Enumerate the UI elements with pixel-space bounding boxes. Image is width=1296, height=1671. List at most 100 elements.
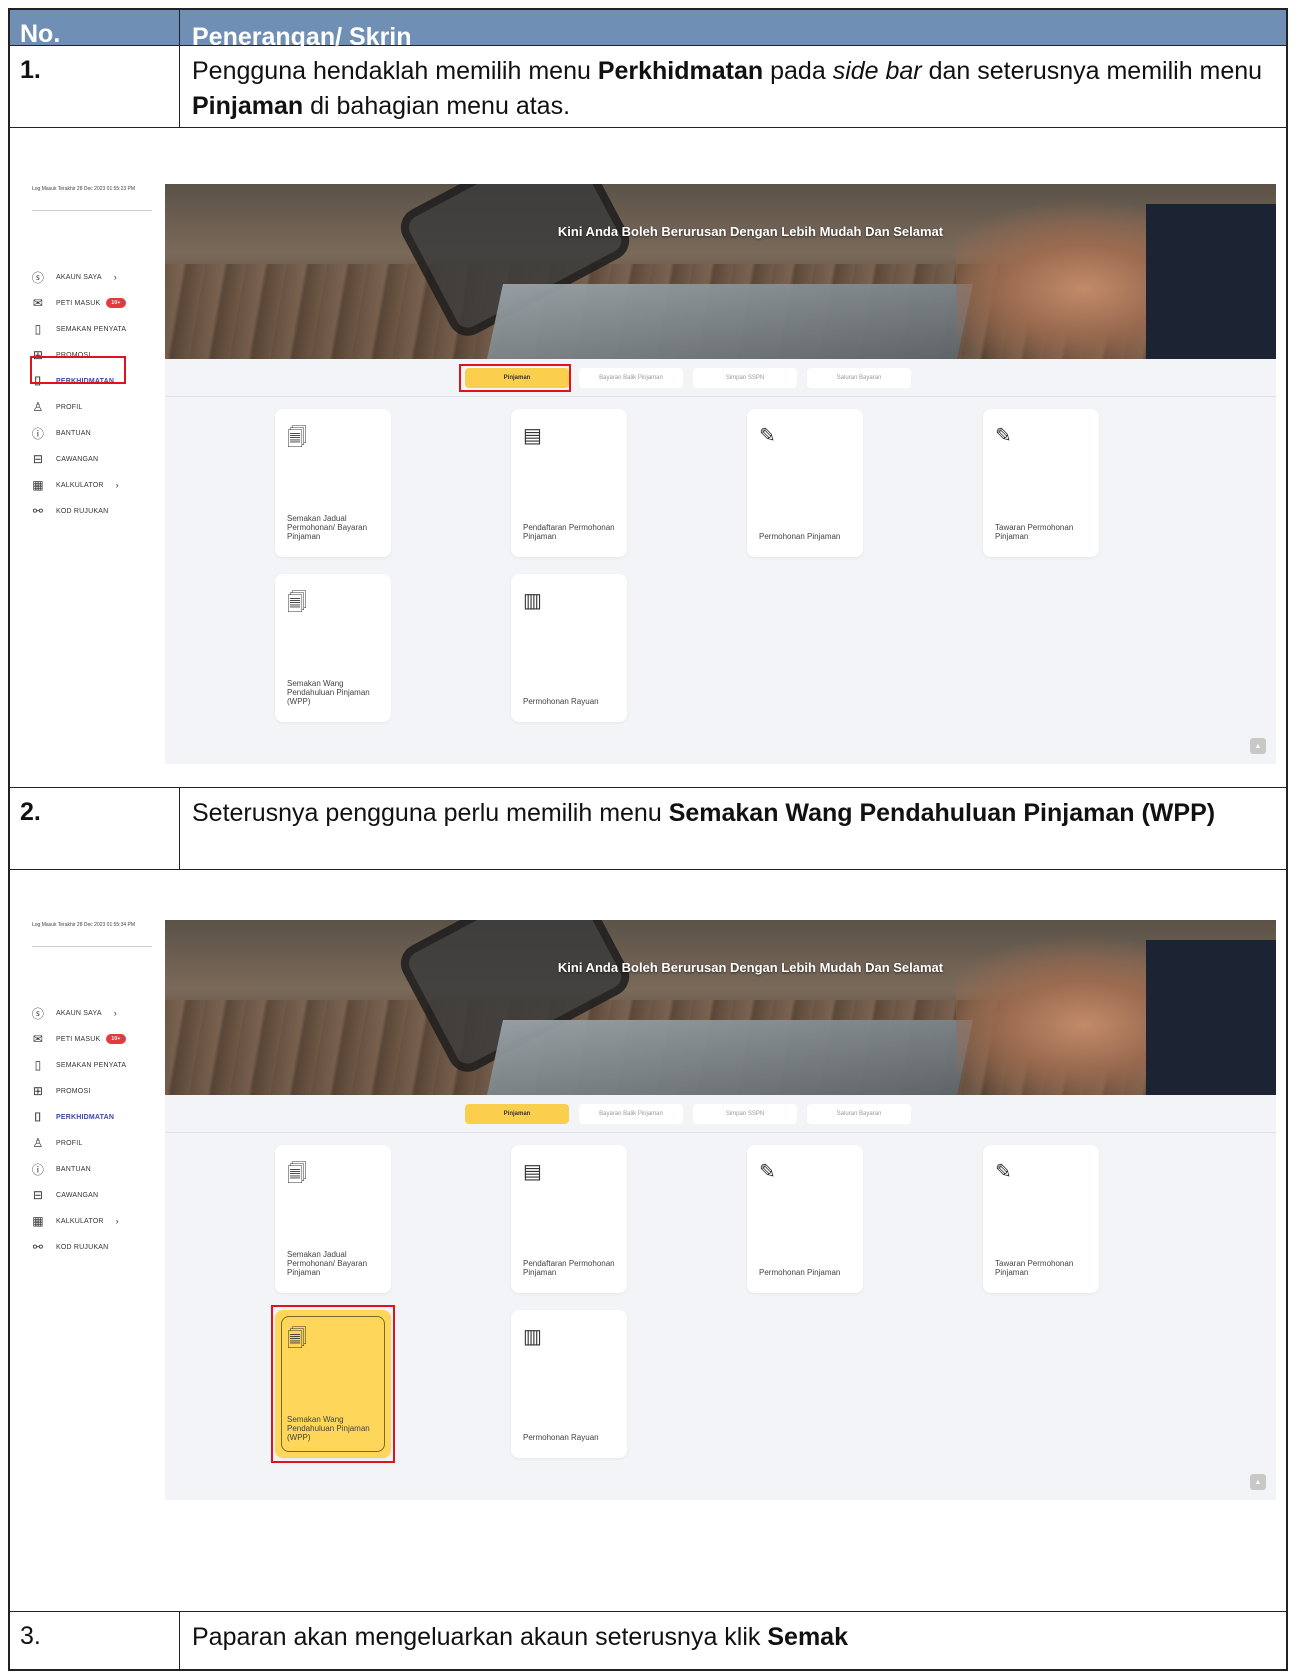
step-3-number: 3. — [10, 1612, 180, 1671]
sidebar-item-label: PROMOSI — [56, 1087, 91, 1095]
card-label: Permohonan Rayuan — [523, 697, 599, 706]
sidebar-item-peti-masuk[interactable]: ✉ PETI MASUK 10+ — [30, 290, 160, 316]
step-2-description: Seterusnya pengguna perlu memilih menu S… — [180, 788, 1286, 869]
tab-pinjaman[interactable]: Pinjaman — [465, 1104, 569, 1124]
tab-bayaran-balik-pinjaman[interactable]: Bayaran Balik Pinjaman — [579, 368, 683, 388]
user-icon: ♙ — [32, 1136, 44, 1150]
sidebar-item-cawangan[interactable]: ⊟ CAWANGAN — [30, 1182, 160, 1208]
doc-edit-icon: ✎ — [995, 425, 1012, 447]
card-semakan-wpp[interactable]: 🗐 Semakan Wang Pendahuluan Pinjaman (WPP) — [275, 574, 391, 722]
sidebar-item-akaun-saya[interactable]: ⓢ AKAUN SAYA › — [30, 264, 160, 290]
sidebar-divider — [32, 946, 152, 947]
sidebar-item-bantuan[interactable]: ⓘ BANTUAN — [30, 1156, 160, 1182]
card-permohonan-pinjaman[interactable]: ✎ Permohonan Pinjaman — [747, 409, 863, 557]
sidebar-item-label: CAWANGAN — [56, 1191, 99, 1199]
document-icon: ▯ — [34, 1058, 42, 1072]
card-label: Permohonan Pinjaman — [759, 1268, 841, 1277]
tab-saluran-bayaran[interactable]: Saluran Bayaran — [807, 1104, 911, 1124]
doc-edit-icon: ✎ — [759, 1161, 776, 1183]
sidebar-item-kalkulator[interactable]: ▦ KALKULATOR › — [30, 1208, 160, 1234]
sidebar-item-cawangan[interactable]: ⊟ CAWANGAN — [30, 446, 160, 472]
unread-badge: 10+ — [106, 298, 126, 308]
perkhidmatan-highlight-box — [30, 356, 126, 384]
sidebar-item-label: SEMAKAN PENYATA — [56, 325, 127, 333]
sidebar-item-label: PETI MASUK — [56, 299, 101, 307]
sidebar-item-label: AKAUN SAYA — [56, 1009, 102, 1017]
card-tawaran-permohonan[interactable]: ✎ Tawaran Permohonan Pinjaman — [983, 409, 1099, 557]
sidebar-item-kod-rujukan[interactable]: ⚯ KOD RUJUKAN — [30, 1234, 160, 1260]
step-1-row: 1. Pengguna hendaklah memilih menu Perkh… — [10, 46, 1286, 128]
help-icon: ⓘ — [31, 426, 45, 441]
tab-simpan-sspn[interactable]: Simpan SSPN — [693, 1104, 797, 1124]
step-2-screenshot-row: Log Masuk Terakhir 28 Dec 2023 01:55:34 … — [10, 870, 1286, 1612]
mail-icon: ✉ — [32, 1032, 44, 1046]
sidebar-item-label: KOD RUJUKAN — [56, 1243, 109, 1251]
scroll-to-top-button[interactable]: ▲ — [1250, 738, 1266, 754]
hand-doc-icon: ▥ — [523, 1326, 542, 1348]
scroll-to-top-button[interactable]: ▲ — [1250, 1474, 1266, 1490]
banner-laptop — [487, 284, 973, 359]
calculator-icon: ▦ — [32, 1214, 44, 1228]
sidebar-item-label: AKAUN SAYA — [56, 273, 102, 281]
sidebar-item-kod-rujukan[interactable]: ⚯ KOD RUJUKAN — [30, 498, 160, 524]
tab-bayaran-balik-pinjaman[interactable]: Bayaran Balik Pinjaman — [579, 1104, 683, 1124]
header-desc: Penerangan/ Skrin — [192, 23, 412, 51]
instruction-table: No. Penerangan/ Skrin 1. Pengguna hendak… — [8, 8, 1288, 1671]
pin-doc-icon: ▤ — [523, 425, 542, 447]
card-label: Semakan Jadual Permohonan/ Bayaran Pinja… — [287, 1250, 368, 1277]
sidebar-item-akaun-saya[interactable]: ⓢ AKAUN SAYA › — [30, 1000, 160, 1026]
card-semakan-jadual[interactable]: 🗐 Semakan Jadual Permohonan/ Bayaran Pinj… — [275, 409, 391, 557]
last-login-text: Log Masuk Terakhir 28 Dec 2023 01:55:34 … — [32, 922, 136, 928]
service-tabs: Pinjaman Bayaran Balik Pinjaman Simpan S… — [465, 1104, 911, 1124]
card-permohonan-pinjaman[interactable]: ✎ Permohonan Pinjaman — [747, 1145, 863, 1293]
sidebar-item-label: KALKULATOR — [56, 1217, 104, 1225]
sidebar-item-label: PROFIL — [56, 1139, 83, 1147]
card-semakan-jadual[interactable]: 🗐 Semakan Jadual Permohonan/ Bayaran Pinj… — [275, 1145, 391, 1293]
card-permohonan-rayuan[interactable]: ▥ Permohonan Rayuan — [511, 574, 627, 722]
banner-title: Kini Anda Boleh Berurusan Dengan Lebih M… — [557, 960, 944, 975]
step-2-text-a: Seterusnya pengguna perlu memilih menu — [192, 799, 669, 827]
main-content: Kini Anda Boleh Berurusan Dengan Lebih M… — [165, 920, 1276, 1500]
sidebar-item-label: BANTUAN — [56, 429, 91, 437]
sidebar-menu: ⓢ AKAUN SAYA › ✉ PETI MASUK 10+ ▯ SEMAKAN PEN… — [30, 1000, 160, 1260]
dollar-circle-icon: ⓢ — [31, 1006, 45, 1021]
chevron-right-icon: › — [115, 1216, 119, 1226]
sidebar-item-profil[interactable]: ♙ PROFIL — [30, 394, 160, 420]
sidebar-item-promosi[interactable]: ⊞ PROMOSI — [30, 1078, 160, 1104]
hand-doc-icon: ▥ — [523, 590, 542, 612]
sidebar-item-peti-masuk[interactable]: ✉ PETI MASUK 10+ — [30, 1026, 160, 1052]
card-tawaran-permohonan[interactable]: ✎ Tawaran Permohonan Pinjaman — [983, 1145, 1099, 1293]
card-pendaftaran-permohonan[interactable]: ▤ Pendaftaran Permohonan Pinjaman — [511, 409, 627, 557]
step-1-description: Pengguna hendaklah memilih menu Perkhidm… — [180, 46, 1286, 127]
card-permohonan-rayuan[interactable]: ▥ Permohonan Rayuan — [511, 1310, 627, 1458]
user-icon: ♙ — [32, 400, 44, 414]
table-header-row: No. Penerangan/ Skrin — [10, 10, 1286, 51]
card-label: Pendaftaran Permohonan Pinjaman — [523, 523, 615, 541]
tab-saluran-bayaran[interactable]: Saluran Bayaran — [807, 368, 911, 388]
sidebar-item-semakan-penyata[interactable]: ▯ SEMAKAN PENYATA — [30, 316, 160, 342]
doc-search-icon: 🗐 — [287, 427, 307, 449]
sidebar-item-semakan-penyata[interactable]: ▯ SEMAKAN PENYATA — [30, 1052, 160, 1078]
sidebar-item-bantuan[interactable]: ⓘ BANTUAN — [30, 420, 160, 446]
sidebar-item-perkhidmatan[interactable]: ⌷ PERKHIDMATAN — [30, 1104, 160, 1130]
tab-simpan-sspn[interactable]: Simpan SSPN — [693, 368, 797, 388]
briefcase-icon: ⊟ — [32, 452, 44, 466]
sidebar-divider — [32, 210, 152, 211]
step-1-text-b: pada — [763, 57, 833, 85]
step-2-number: 2. — [10, 788, 180, 869]
card-label: Tawaran Permohonan Pinjaman — [995, 523, 1074, 541]
sidebar-item-kalkulator[interactable]: ▦ KALKULATOR › — [30, 472, 160, 498]
step-1-term-pinjaman: Pinjaman — [192, 92, 304, 120]
step-3-term-semak: Semak — [767, 1623, 848, 1651]
tabs-divider — [165, 396, 1276, 397]
step-3-text-a: Paparan akan mengeluarkan akaun seterusn… — [192, 1623, 768, 1651]
step-1-text-c: dan seterusnya memilih menu — [921, 57, 1263, 85]
step-1-screenshot-row: Log Masuk Terakhir 28 Dec 2023 01:55:23 … — [10, 128, 1286, 788]
doc-search-icon: 🗐 — [287, 1163, 307, 1185]
main-content: Kini Anda Boleh Berurusan Dengan Lebih M… — [165, 184, 1276, 764]
gift-icon: ⊞ — [32, 1084, 44, 1098]
card-label: Permohonan Rayuan — [523, 1433, 599, 1442]
sidebar-item-profil[interactable]: ♙ PROFIL — [30, 1130, 160, 1156]
calculator-icon: ▦ — [32, 478, 44, 492]
card-pendaftaran-permohonan[interactable]: ▤ Pendaftaran Permohonan Pinjaman — [511, 1145, 627, 1293]
